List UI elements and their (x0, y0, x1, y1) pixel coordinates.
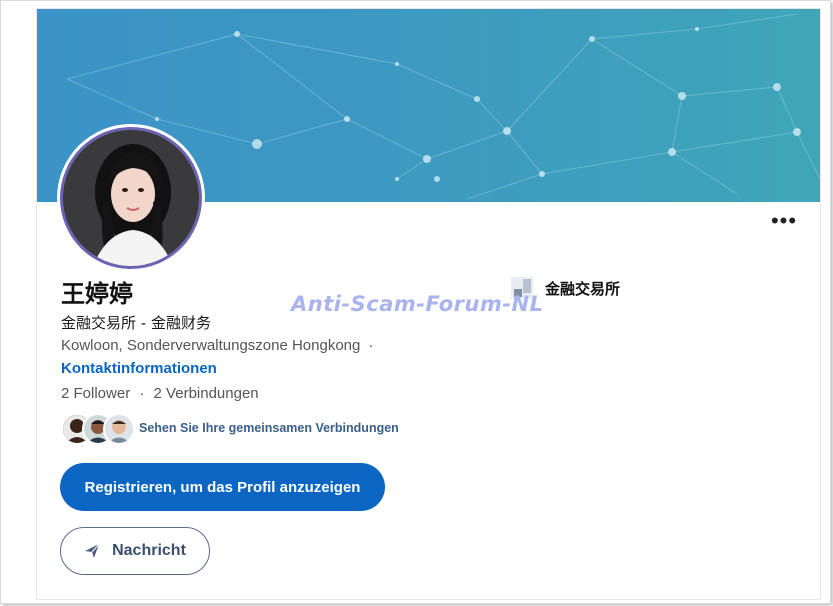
send-icon (84, 543, 100, 559)
message-button[interactable]: Nachricht (60, 527, 210, 575)
mutual-avatar (103, 413, 135, 445)
more-options-button[interactable]: ••• (770, 208, 798, 233)
message-button-label: Nachricht (112, 542, 186, 559)
register-to-view-profile-button[interactable]: Registrieren, um das Profil anzuzeigen (60, 463, 385, 511)
profile-headline: 金融交易所 - 金融财务 (61, 314, 211, 332)
profile-stats: 2 Follower · 2 Verbindungen (61, 385, 259, 402)
stats-separator: · (139, 385, 145, 402)
location-separator: · (368, 337, 374, 354)
contact-info-link[interactable]: Kontaktinformationen (61, 360, 217, 377)
profile-card: ••• 王婷婷 金融交易所 - 金融财务 Kowloon, Sonderverw… (37, 9, 820, 599)
avatar-photo (63, 130, 199, 266)
location-text: Kowloon, Sonderverwaltungszone Hongkong (61, 337, 361, 354)
mutual-connections-link[interactable]: Sehen Sie Ihre gemeinsamen Verbindungen (139, 421, 399, 435)
profile-location: Kowloon, Sonderverwaltungszone Hongkong … (61, 337, 374, 354)
company-name: 金融交易所 (545, 279, 621, 298)
mutual-avatars (61, 413, 135, 445)
followers-count: 2 Follower (61, 385, 131, 402)
profile-name: 王婷婷 (61, 280, 133, 308)
mutual-connections[interactable]: Sehen Sie Ihre gemeinsamen Verbindungen (61, 413, 399, 445)
more-icon: ••• (770, 208, 798, 233)
profile-avatar (63, 130, 199, 266)
connections-count: 2 Verbindungen (153, 385, 259, 402)
watermark-text: Anti-Scam-Forum-NL (291, 292, 544, 316)
